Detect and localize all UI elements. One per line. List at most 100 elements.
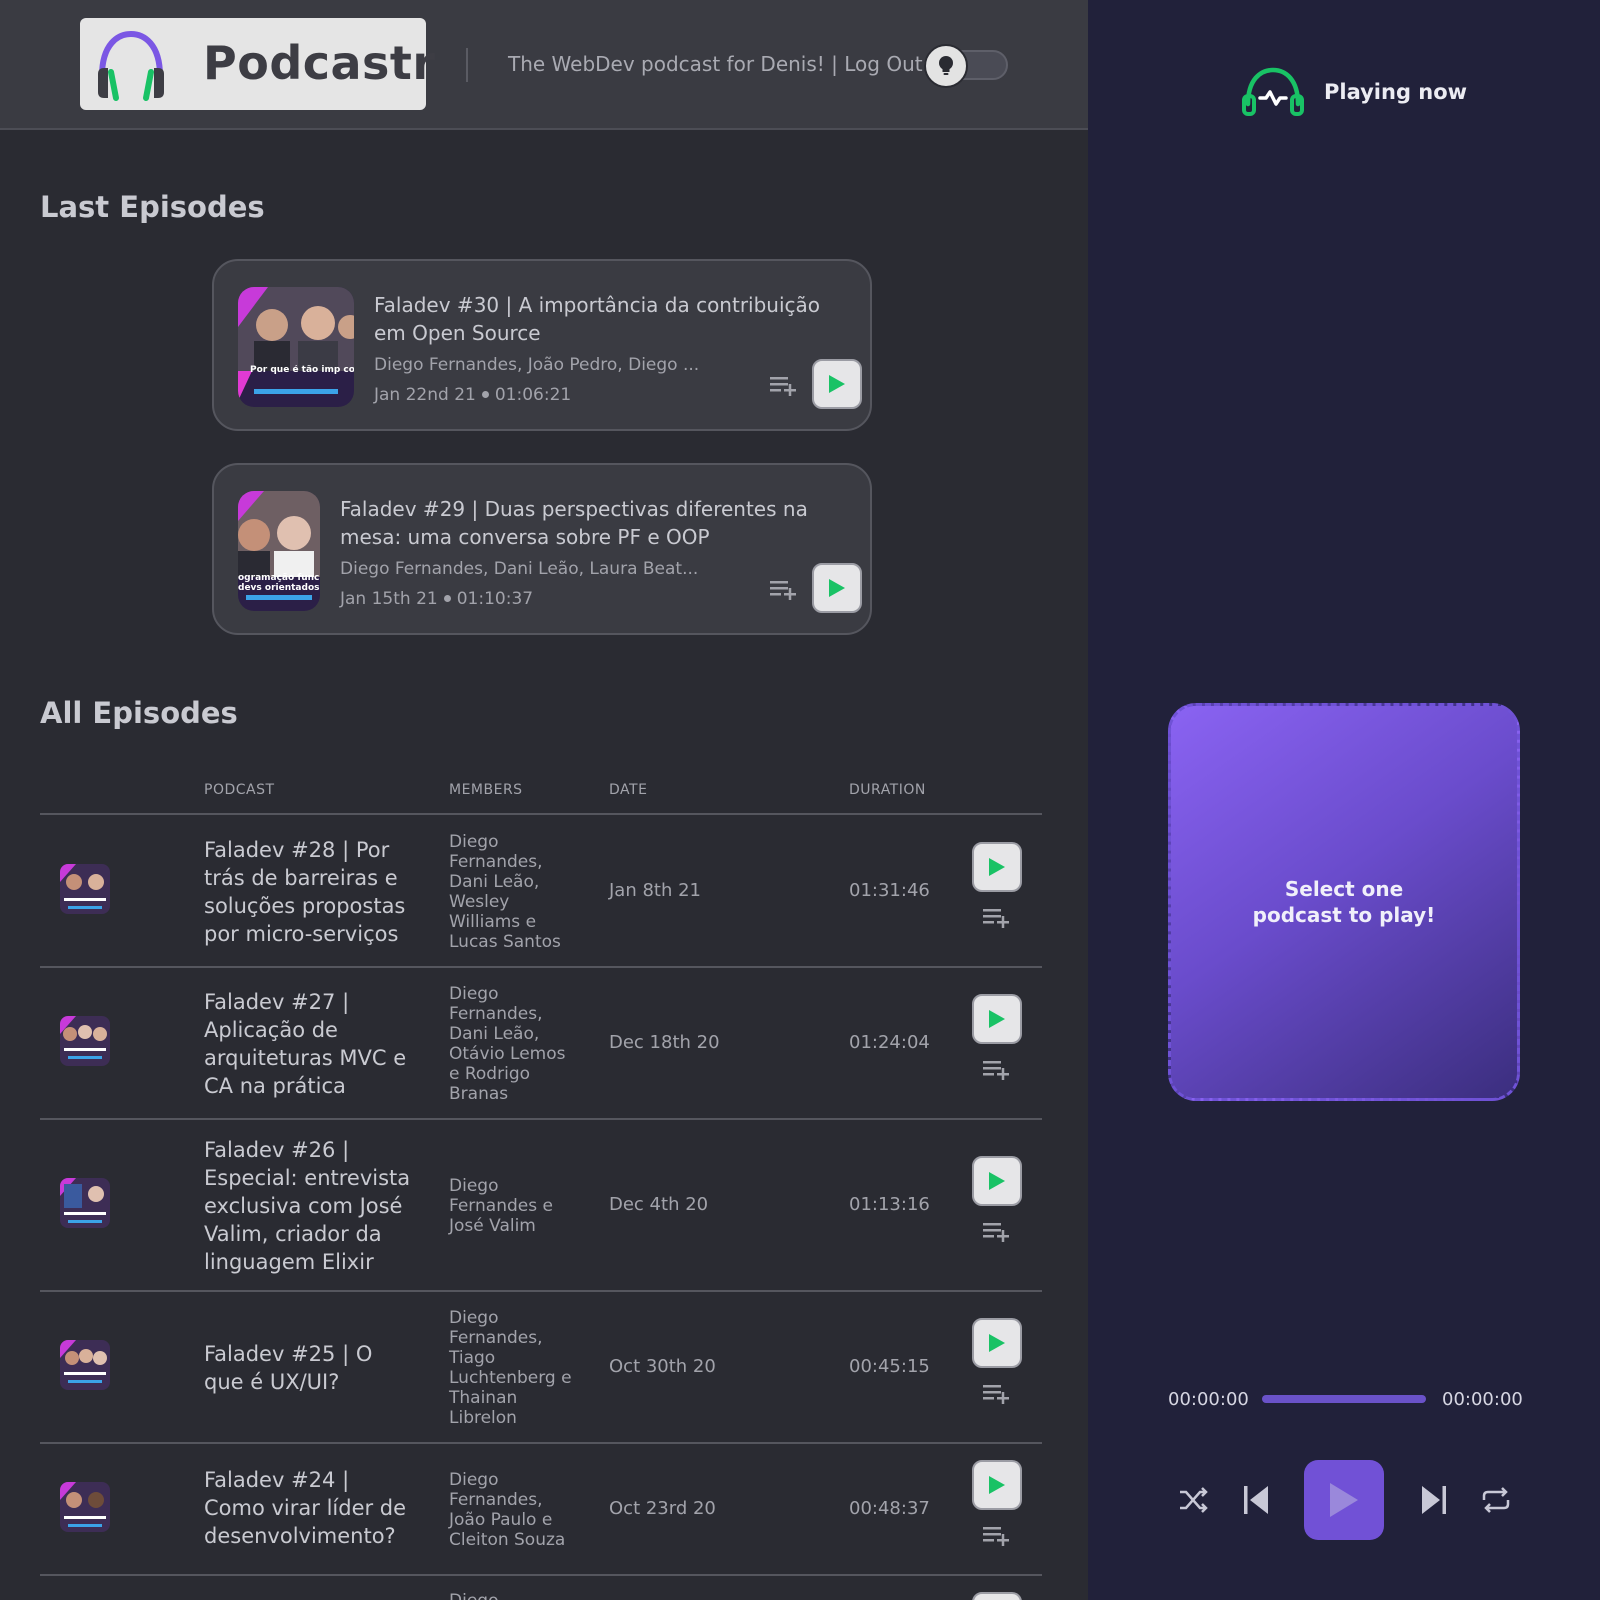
- episode-date: Jan 15th 21: [340, 589, 438, 609]
- episode-date: Dec 18th 20: [609, 1032, 720, 1053]
- row-divider: [40, 1118, 1042, 1120]
- episode-members: Diego Fernandes, Dani Leão, Laura Beat..…: [340, 559, 699, 579]
- episode-date: Dec 4th 20: [609, 1194, 709, 1215]
- episode-title[interactable]: Faladev #25 | O que é UX/UI?: [204, 1340, 412, 1396]
- episode-date: Jan 8th 21: [609, 880, 702, 901]
- separator-dot: [481, 391, 489, 398]
- episode-meta: Jan 22nd 21 01:06:21: [374, 385, 571, 405]
- shuffle-icon[interactable]: [1178, 1486, 1210, 1514]
- episode-date: Oct 30th 20: [609, 1356, 716, 1377]
- play-episode-button[interactable]: [812, 359, 862, 409]
- play-icon: [1330, 1483, 1358, 1517]
- play-episode-button[interactable]: [972, 994, 1022, 1044]
- play-episode-button[interactable]: [972, 1460, 1022, 1510]
- header-tagline-logout[interactable]: The WebDev podcast for Denis! | Log Out: [508, 52, 923, 76]
- row-divider: [40, 1442, 1042, 1444]
- episode-thumbnail[interactable]: [60, 1340, 110, 1390]
- episode-title[interactable]: Faladev #27 | Aplicação de arquiteturas …: [204, 988, 412, 1100]
- episode-duration: 01:06:21: [494, 385, 572, 405]
- add-to-playlist-icon[interactable]: [770, 375, 798, 397]
- episode-members: Diego Fernandes, João Paulo e Cleiton So…: [449, 1470, 566, 1550]
- episode-date: Jan 22nd 21: [374, 385, 476, 405]
- play-episode-button[interactable]: [972, 1592, 1022, 1600]
- total-time: 00:00:00: [1442, 1389, 1523, 1410]
- empty-player-text: Select one podcast to play!: [1252, 877, 1436, 927]
- next-icon[interactable]: [1420, 1485, 1446, 1515]
- logo-text: Podcastr: [203, 36, 436, 90]
- empty-player-card: Select one podcast to play!: [1168, 703, 1520, 1101]
- theme-toggle[interactable]: [924, 44, 1008, 88]
- previous-icon[interactable]: [1244, 1485, 1270, 1515]
- lightbulb-icon: [939, 56, 953, 75]
- episode-meta: Jan 15th 21 01:10:37: [340, 589, 533, 609]
- episode-title[interactable]: Faladev #24 | Como virar líder de desenv…: [204, 1466, 412, 1550]
- episode-members: Diego: [449, 1591, 579, 1600]
- latest-episode-card[interactable]: ogramação func devs orientados Faladev #…: [212, 463, 872, 635]
- latest-episode-card[interactable]: Por que é tão imp contribuir em Open S F…: [212, 259, 872, 431]
- add-to-playlist-icon[interactable]: [983, 1525, 1011, 1547]
- headphones-playing-icon: [1242, 67, 1304, 116]
- separator-dot: [443, 595, 451, 602]
- column-header-members[interactable]: MEMBERS: [449, 782, 523, 798]
- play-episode-button[interactable]: [972, 1156, 1022, 1206]
- episode-members: Diego Fernandes, Dani Leão, Wesley Willi…: [449, 832, 561, 952]
- play-icon: [989, 1010, 1005, 1028]
- episode-title[interactable]: Faladev #29 | Duas perspectivas diferent…: [340, 495, 840, 551]
- episode-duration: 00:45:15: [849, 1356, 930, 1377]
- episode-thumbnail[interactable]: [60, 1178, 110, 1228]
- header-divider: [466, 48, 468, 82]
- play-icon: [829, 375, 845, 393]
- main-play-button[interactable]: [1304, 1460, 1384, 1540]
- add-to-playlist-icon[interactable]: [983, 907, 1011, 929]
- thumbnail-caption: ogramação func devs orientados: [238, 573, 320, 593]
- header: Podcastr The WebDev podcast for Denis! |…: [0, 0, 1088, 130]
- column-header-podcast[interactable]: PODCAST: [204, 782, 275, 798]
- logo[interactable]: Podcastr: [80, 18, 435, 110]
- column-header-date[interactable]: DATE: [609, 782, 647, 798]
- episode-duration: 01:13:16: [849, 1194, 930, 1215]
- play-icon: [989, 1172, 1005, 1190]
- play-episode-button[interactable]: [972, 1318, 1022, 1368]
- toggle-knob[interactable]: [924, 44, 968, 88]
- repeat-icon[interactable]: [1480, 1486, 1512, 1514]
- episode-duration: 00:48:37: [849, 1498, 930, 1519]
- episode-date: Oct 23rd 20: [609, 1498, 716, 1519]
- all-episodes-title: All Episodes: [40, 696, 238, 730]
- episode-members: Diego Fernandes, Tiago Luchtenberg e Tha…: [449, 1308, 572, 1428]
- episode-duration: 01:24:04: [849, 1032, 930, 1053]
- episode-members: Diego Fernandes, Dani Leão, Otávio Lemos…: [449, 984, 566, 1104]
- row-divider: [40, 966, 1042, 968]
- episode-thumbnail[interactable]: [60, 1016, 110, 1066]
- episode-title[interactable]: Faladev #26 | Especial: entrevista exclu…: [204, 1136, 412, 1276]
- episode-members: Diego Fernandes, João Pedro, Diego ...: [374, 355, 700, 375]
- play-icon: [989, 1476, 1005, 1494]
- thumbnail-caption: Por que é tão imp contribuir em Open S: [250, 365, 354, 375]
- add-to-playlist-icon[interactable]: [983, 1221, 1011, 1243]
- current-time: 00:00:00: [1168, 1389, 1249, 1410]
- add-to-playlist-icon[interactable]: [770, 579, 798, 601]
- episode-thumbnail[interactable]: [60, 1482, 110, 1532]
- episode-members: Diego Fernandes e José Valim: [449, 1176, 553, 1236]
- play-icon: [989, 1334, 1005, 1352]
- episode-duration: 01:10:37: [456, 589, 534, 609]
- headphones-logo-icon: [98, 30, 164, 101]
- episode-thumbnail[interactable]: Por que é tão imp contribuir em Open S: [238, 287, 354, 407]
- progress-slider[interactable]: [1262, 1395, 1426, 1403]
- row-divider: [40, 1290, 1042, 1292]
- row-divider: [40, 1574, 1042, 1576]
- player-panel: Playing now Select one podcast to play! …: [1088, 0, 1600, 1600]
- column-header-duration[interactable]: DURATION: [849, 782, 926, 798]
- playing-now-label: Playing now: [1324, 80, 1468, 104]
- episode-thumbnail[interactable]: [60, 864, 110, 914]
- play-icon: [989, 858, 1005, 876]
- play-episode-button[interactable]: [972, 842, 1022, 892]
- play-episode-button[interactable]: [812, 563, 862, 613]
- add-to-playlist-icon[interactable]: [983, 1059, 1011, 1081]
- episode-duration: 01:31:46: [849, 880, 930, 901]
- add-to-playlist-icon[interactable]: [983, 1383, 1011, 1405]
- play-icon: [829, 579, 845, 597]
- episode-thumbnail[interactable]: ogramação func devs orientados: [238, 491, 320, 611]
- last-episodes-title: Last Episodes: [40, 190, 265, 224]
- episode-title[interactable]: Faladev #28 | Por trás de barreiras e so…: [204, 836, 412, 948]
- episode-title[interactable]: Faladev #30 | A importância da contribui…: [374, 291, 844, 347]
